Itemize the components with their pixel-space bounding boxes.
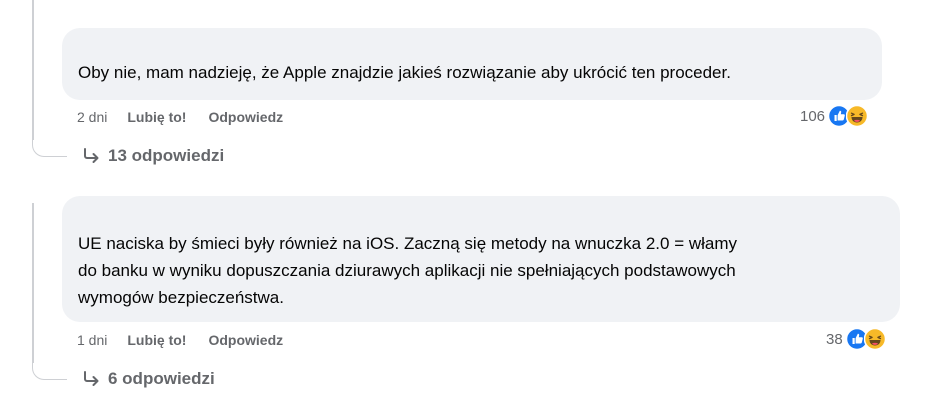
view-replies-button-1[interactable]: 13 odpowiedzi (82, 144, 224, 168)
reaction-count-2: 38 (826, 330, 843, 348)
thread-curve-1 (32, 140, 67, 157)
thread-line-2 (32, 203, 34, 363)
reactions-summary-1[interactable]: 106 (800, 104, 869, 128)
comment-time-1[interactable]: 2 dni (77, 109, 107, 125)
comment-time-2[interactable]: 1 dni (77, 332, 107, 348)
replies-count-2: 6 odpowiedzi (108, 369, 215, 388)
like-button-1[interactable]: Lubię to! (127, 109, 186, 125)
reactions-summary-2[interactable]: 38 (826, 327, 886, 351)
thread-line-1 (32, 0, 34, 140)
comment-text-2-line-1: UE naciska by śmieci były również na iOS… (78, 234, 738, 253)
comment-actions-2: 1 dni Lubię to! Odpowiedz (77, 330, 305, 350)
reply-button-2[interactable]: Odpowiedz (208, 332, 283, 348)
comment-bubble-1: Oby nie, mam nadzieję, że Apple znajdzie… (62, 28, 882, 100)
comment-text-2-line-2: do banku w wyniku dopuszczania dziurawyc… (78, 261, 736, 280)
replies-count-1: 13 odpowiedzi (108, 146, 225, 165)
comment-bubble-2: UE naciska by śmieci były również na iOS… (62, 196, 900, 322)
reply-button-1[interactable]: Odpowiedz (208, 109, 283, 125)
comment-actions-1: 2 dni Lubię to! Odpowiedz (77, 107, 305, 127)
thread-curve-2 (32, 363, 67, 380)
reply-arrow-icon (84, 148, 99, 163)
comment-text-2-line-3: wymogów bezpieczeństwa. (78, 288, 284, 307)
reaction-count-1: 106 (800, 107, 826, 125)
comment-text-1-line-1: Oby nie, mam nadzieję, że Apple znajdzie… (78, 63, 731, 82)
like-button-2[interactable]: Lubię to! (127, 332, 186, 348)
view-replies-button-2[interactable]: 6 odpowiedzi (82, 367, 215, 391)
reply-arrow-icon (84, 371, 99, 386)
haha-icon (846, 105, 869, 127)
haha-icon (863, 328, 886, 350)
